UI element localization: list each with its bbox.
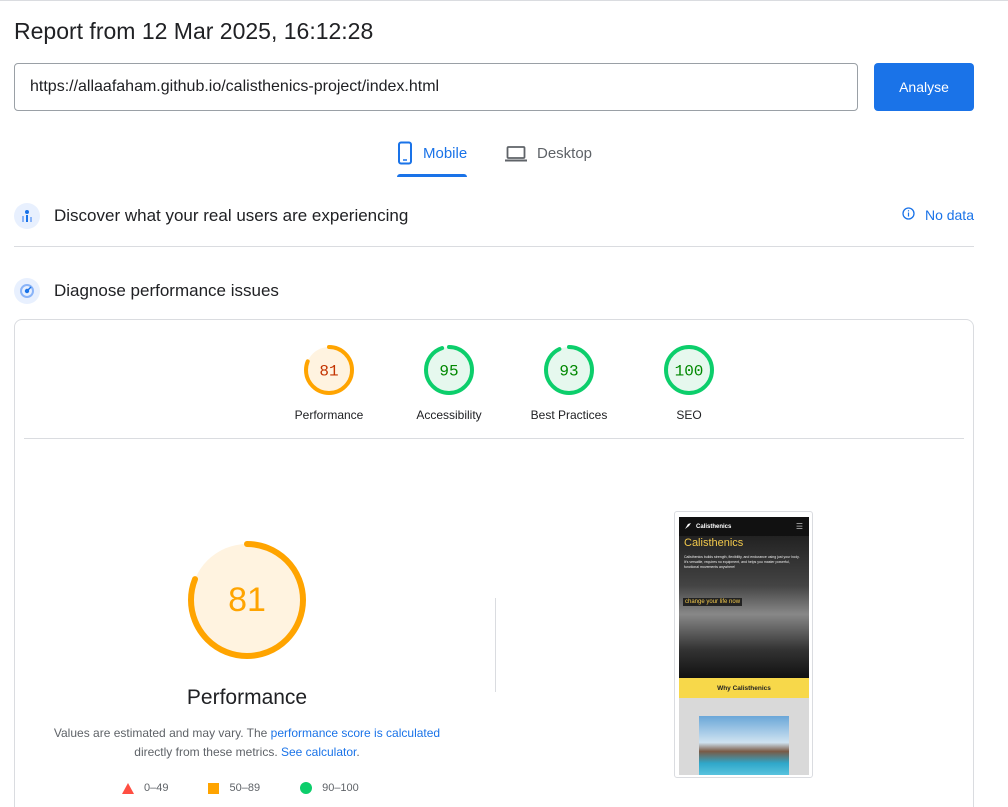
no-data-status: No data — [902, 207, 974, 223]
screenshot-pool-image — [699, 716, 789, 775]
url-input[interactable] — [14, 63, 858, 111]
no-data-label: No data — [924, 207, 974, 223]
laptop-icon — [505, 141, 527, 169]
gauge-seo-value: 100 — [675, 363, 704, 381]
info-icon — [902, 207, 915, 223]
tab-mobile-label: Mobile — [423, 145, 468, 162]
legend-fail-range: 0–49 — [144, 782, 169, 794]
gauge-seo-label: SEO — [676, 408, 702, 422]
gauge-icon — [14, 278, 40, 304]
legend-pass-range: 90–100 — [322, 782, 359, 794]
screenshot-menu-icon: ☰ — [795, 522, 803, 531]
gauge-performance[interactable]: 81 Performance — [269, 344, 389, 422]
vertical-separator — [495, 598, 496, 692]
report-title: Report from 12 Mar 2025, 16:12:28 — [14, 18, 374, 44]
gauge-best-practices-label: Best Practices — [530, 408, 608, 422]
legend-average-range: 50–89 — [229, 782, 261, 794]
diagnose-title: Diagnose performance issues — [54, 281, 279, 300]
tab-desktop-label: Desktop — [537, 145, 593, 162]
performance-gauge-large: 81 — [186, 539, 308, 666]
note-suffix: . — [356, 745, 360, 759]
phone-icon — [397, 141, 413, 169]
note-middle: directly from these metrics. — [134, 745, 281, 759]
triangle-icon — [122, 782, 134, 794]
legend-pass: 90–100 — [300, 782, 359, 794]
screenshot-button: Why Calisthenics — [679, 678, 809, 698]
gauge-best-practices[interactable]: 93 Best Practices — [509, 344, 629, 422]
square-icon — [208, 782, 220, 794]
legend-fail: 0–49 — [122, 782, 168, 794]
score-legend: 0–49 50–89 90–100 — [122, 782, 359, 794]
gauge-accessibility-label: Accessibility — [416, 408, 482, 422]
users-chart-icon — [14, 203, 40, 229]
gauge-best-practices-value: 93 — [559, 363, 578, 381]
see-calculator-link[interactable]: See calculator — [281, 745, 356, 759]
screenshot-cta: change your life now — [683, 598, 743, 606]
screenshot-text: Calisthenics builds strength, flexibilit… — [684, 555, 800, 569]
gauge-performance-value: 81 — [319, 363, 338, 381]
note-prefix: Values are estimated and may vary. The — [53, 726, 271, 740]
screenshot-navbar: Calisthenics ☰ — [679, 517, 809, 536]
diagnose-section: Diagnose performance issues — [14, 278, 974, 304]
crux-title: Discover what your real users are experi… — [54, 206, 409, 225]
top-border — [0, 0, 1008, 1]
gauge-accessibility[interactable]: 95 Accessibility — [389, 344, 509, 422]
gauge-seo[interactable]: 100 SEO — [629, 344, 749, 422]
screenshot-brand: Calisthenics — [696, 523, 732, 530]
performance-heading: Performance — [186, 686, 308, 709]
score-gauges: 81 Performance 95 Accessibility 93 Best … — [269, 344, 749, 422]
screenshot-logo-icon — [684, 522, 692, 532]
performance-note: Values are estimated and may vary. The p… — [45, 724, 449, 762]
page-screenshot[interactable]: Calisthenics ☰ Calisthenics Calisthenics… — [674, 511, 813, 778]
screenshot-title: Calisthenics — [684, 537, 744, 549]
circle-icon — [300, 782, 313, 794]
lighthouse-card: 81 Performance 95 Accessibility 93 Best … — [14, 319, 974, 807]
tab-desktop[interactable]: Desktop — [505, 141, 592, 177]
legend-average: 50–89 — [208, 782, 260, 794]
screenshot-content: Calisthenics ☰ Calisthenics Calisthenics… — [679, 517, 809, 775]
score-calculated-link[interactable]: performance score is calculated — [271, 726, 440, 740]
gauge-performance-label: Performance — [294, 408, 364, 422]
card-divider — [24, 438, 964, 439]
gauge-accessibility-value: 95 — [439, 363, 458, 381]
analyse-button[interactable]: Analyse — [874, 63, 974, 111]
crux-section: Discover what your real users are experi… — [14, 203, 974, 229]
performance-gauge-large-value: 81 — [228, 581, 266, 619]
section-divider — [14, 246, 974, 247]
tab-mobile[interactable]: Mobile — [397, 141, 468, 177]
